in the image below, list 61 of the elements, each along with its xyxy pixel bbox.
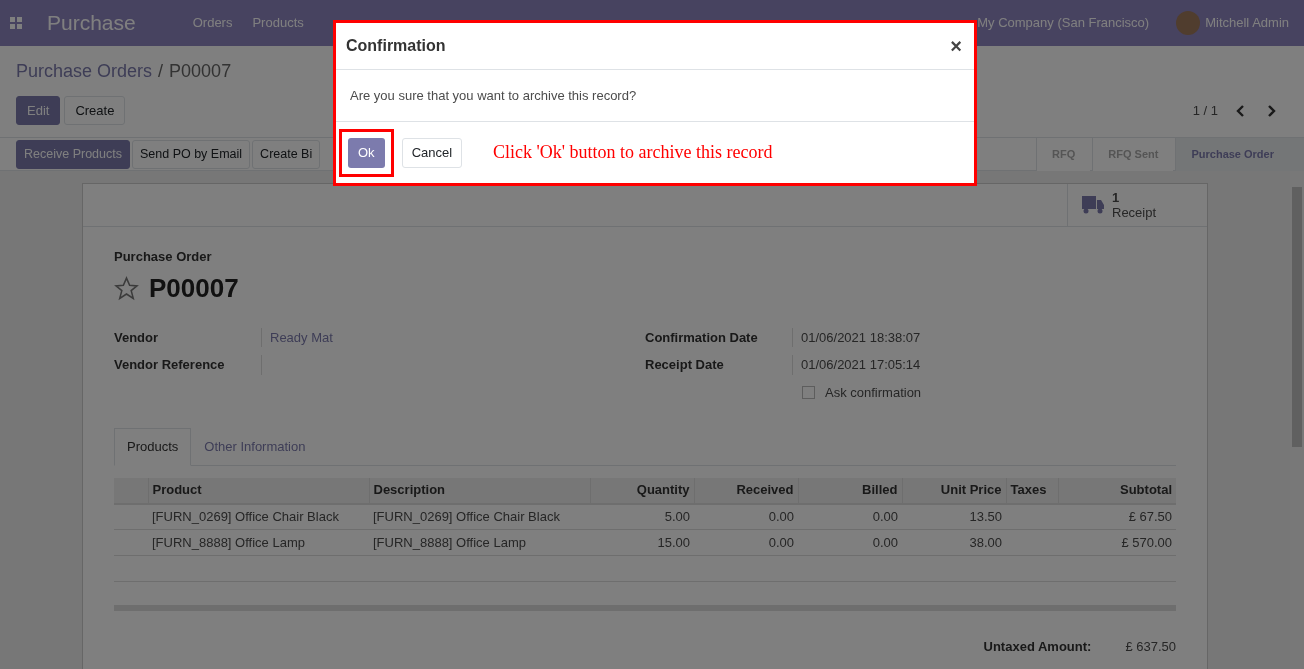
total-label: Untaxed Amount: <box>983 637 1092 656</box>
table-cell: [FURN_0269] Office Chair Black <box>152 509 339 524</box>
table-cell: 38.00 <box>969 534 1002 550</box>
close-button[interactable]: × <box>950 31 962 61</box>
total-value: £ 637.50 <box>1125 637 1176 656</box>
form-tab[interactable]: Other Information <box>191 428 319 466</box>
table-cell: £ 67.50 <box>1128 509 1172 524</box>
column-header[interactable]: Taxes <box>1006 477 1058 504</box>
stat-label: Receipt <box>1112 205 1157 220</box>
cancel-button[interactable]: Cancel <box>401 137 463 168</box>
dialog-message: Are you sure that you want to archive this record? <box>350 86 637 105</box>
field-label: Confirmation Date <box>645 327 793 347</box>
record-title: P00007 <box>149 271 239 305</box>
primary-button[interactable]: Receive Products <box>16 139 130 169</box>
checkbox[interactable] <box>802 385 815 399</box>
form-tab[interactable]: Products <box>114 428 192 466</box>
table-cell: 5.00 <box>664 509 690 524</box>
primary-button[interactable]: Edit <box>16 96 61 125</box>
secondary-button[interactable]: Create Bi <box>252 139 321 169</box>
truck-icon <box>1082 196 1104 214</box>
status-stage[interactable]: Purchase Order <box>1175 137 1304 171</box>
table-cell: 0.00 <box>872 534 898 550</box>
breadcrumb-current: P00007 <box>169 60 232 83</box>
star-icon[interactable] <box>114 275 139 301</box>
field-value: 01/06/2021 17:05:14 <box>801 356 921 374</box>
secondary-button[interactable]: Send PO by Email <box>131 139 251 169</box>
table-cell: [FURN_8888] Office Lamp <box>373 534 526 550</box>
form-subtitle: Purchase Order <box>114 248 213 266</box>
column-header[interactable]: Unit Price <box>902 477 1006 504</box>
secondary-button[interactable]: Create <box>64 96 126 125</box>
table-cell: £ 570.00 <box>1121 534 1172 550</box>
next-icon[interactable] <box>1266 104 1276 117</box>
column-header[interactable]: Received <box>694 477 798 504</box>
previous-icon[interactable] <box>1236 104 1246 117</box>
column-header[interactable]: Subtotal <box>1058 477 1176 504</box>
field-label: Vendor Reference <box>114 355 262 375</box>
column-header[interactable]: Product <box>148 477 369 504</box>
apps-grid-icon[interactable] <box>10 17 22 29</box>
pager-value: 1 / 1 <box>1192 101 1218 120</box>
receipt-stat-button[interactable]: 1 Receipt <box>1067 184 1207 226</box>
field-value: 01/06/2021 18:38:07 <box>801 328 921 347</box>
table-cell: 0.00 <box>872 509 898 524</box>
table-cell: 0.00 <box>768 534 794 550</box>
ok-button[interactable]: Ok <box>348 137 385 168</box>
column-header[interactable]: Description <box>369 477 590 504</box>
column-header[interactable]: Billed <box>798 477 902 504</box>
field-label: Receipt Date <box>645 355 793 375</box>
table-cell: [FURN_8888] Office Lamp <box>152 534 305 550</box>
table-cell: 0.00 <box>768 509 794 524</box>
table-cell: 13.50 <box>969 509 1002 524</box>
table-cell: 15.00 <box>657 534 690 550</box>
dialog-title: Confirmation <box>346 36 446 56</box>
annotation-text: Click 'Ok' button to archive this record <box>493 141 773 164</box>
column-header[interactable]: Quantity <box>590 477 694 504</box>
table-cell: [FURN_0269] Office Chair Black <box>373 509 560 524</box>
stat-count: 1 <box>1112 190 1121 205</box>
breadcrumb-separator: / <box>158 60 164 83</box>
vendor-link[interactable]: Ready Mat <box>270 327 333 347</box>
breadcrumb-link[interactable]: Purchase Orders <box>16 58 153 85</box>
checkbox-label: Ask confirmation <box>825 383 922 402</box>
field-label: Vendor <box>114 327 262 347</box>
